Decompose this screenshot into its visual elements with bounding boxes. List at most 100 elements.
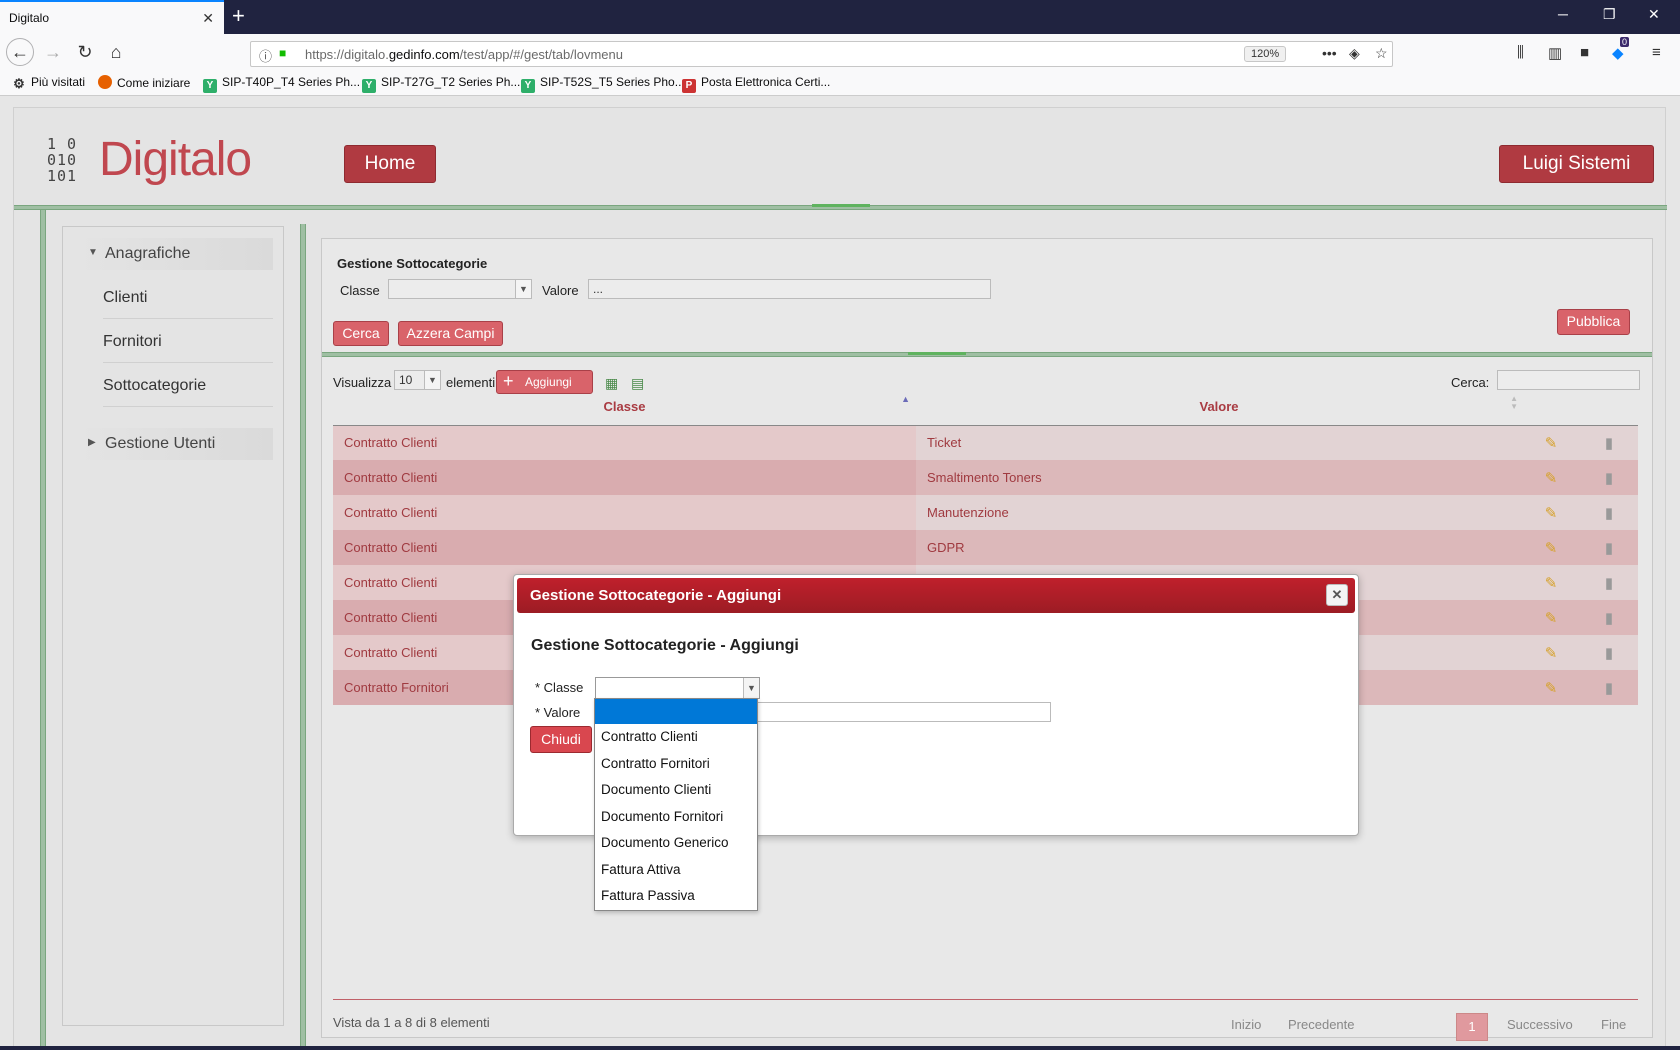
- column-header-classe[interactable]: Classe ▲: [333, 389, 916, 426]
- bookmark-piu-visitati[interactable]: ⚙ Più visitati: [12, 75, 85, 91]
- sidebar-group-gestione-utenti[interactable]: ▶ Gestione Utenti: [75, 428, 273, 460]
- cerca-button[interactable]: Cerca: [333, 321, 389, 346]
- table-row[interactable]: Contratto Clienti Smaltimento Toners ✎ ▮: [333, 460, 1638, 495]
- sidebar-splitter[interactable]: [300, 224, 306, 1050]
- edit-pencil-icon[interactable]: ✎: [1545, 505, 1558, 522]
- dropdown-option[interactable]: Documento Clienti: [595, 777, 757, 804]
- edit-pencil-icon[interactable]: ✎: [1545, 680, 1558, 697]
- delete-trash-icon[interactable]: ▮: [1605, 575, 1613, 592]
- table-row[interactable]: Contratto Clienti Ticket ✎ ▮: [333, 425, 1638, 460]
- bookmark-come-iniziare[interactable]: Come iniziare: [98, 75, 190, 90]
- bookmark-posta-certificata[interactable]: P Posta Elettronica Certi...: [682, 75, 830, 93]
- pager-next[interactable]: Successivo: [1507, 1017, 1573, 1032]
- dropdown-option[interactable]: Fattura Attiva: [595, 857, 757, 884]
- dropdown-option[interactable]: Contratto Clienti: [595, 724, 757, 751]
- dropdown-option[interactable]: Documento Fornitori: [595, 804, 757, 831]
- elementi-label: elementi: [446, 375, 496, 390]
- window-close-icon[interactable]: ✕: [1648, 6, 1660, 23]
- delete-trash-icon[interactable]: ▮: [1605, 610, 1613, 627]
- chevron-down-icon: ▼: [515, 280, 531, 298]
- url-text[interactable]: https://digitalo.gedinfo.com/test/app/#/…: [305, 47, 623, 62]
- new-tab-button[interactable]: +: [232, 4, 245, 28]
- info-icon[interactable]: ⓘ: [259, 46, 272, 65]
- reload-icon[interactable]: ↻: [72, 39, 98, 65]
- sidebar-item-fornitori[interactable]: Fornitori: [103, 323, 273, 363]
- delete-trash-icon[interactable]: ▮: [1605, 470, 1613, 487]
- dropdown-option[interactable]: [595, 699, 757, 724]
- delete-trash-icon[interactable]: ▮: [1605, 645, 1613, 662]
- restore-icon[interactable]: ❐: [1603, 6, 1616, 23]
- dialog-valore-input[interactable]: [744, 702, 1051, 722]
- table-row[interactable]: Contratto Clienti GDPR ✎ ▮: [333, 530, 1638, 565]
- zoom-level[interactable]: 120%: [1244, 46, 1287, 62]
- pager-prev[interactable]: Precedente: [1288, 1017, 1355, 1032]
- library-icon[interactable]: ⫼: [1517, 44, 1524, 61]
- yealink-icon: Y: [203, 79, 217, 93]
- forward-icon[interactable]: →: [40, 39, 66, 65]
- edit-pencil-icon[interactable]: ✎: [1545, 645, 1558, 662]
- pager-last[interactable]: Fine: [1601, 1017, 1626, 1032]
- sidebar-toggle-icon[interactable]: ▥: [1548, 44, 1562, 62]
- cell-classe: Contratto Clienti: [333, 530, 916, 565]
- bookmarks-bar: ⚙ Più visitati Come iniziare Y SIP-T40P_T4…: [0, 70, 1680, 96]
- filter-classe-select[interactable]: ▼: [388, 279, 532, 299]
- app-logo[interactable]: 1 0 010 101 Digitalo: [47, 128, 252, 194]
- pocket-icon[interactable]: ◈: [1349, 45, 1360, 62]
- home-icon[interactable]: ⌂: [103, 39, 129, 65]
- delete-trash-icon[interactable]: ▮: [1605, 435, 1613, 452]
- delete-trash-icon[interactable]: ▮: [1605, 540, 1613, 557]
- filter-valore-label: Valore: [542, 283, 579, 298]
- sidebar-group-anagrafiche[interactable]: ▼ Anagrafiche: [75, 238, 273, 270]
- close-icon[interactable]: ✕: [1326, 584, 1348, 606]
- bookmark-sip-t40p[interactable]: Y SIP-T40P_T4 Series Ph...: [203, 75, 360, 93]
- page-size-select[interactable]: 10 ▼: [394, 370, 441, 390]
- chiudi-button[interactable]: Chiudi: [530, 726, 592, 753]
- table-search-input[interactable]: [1497, 370, 1640, 390]
- dropdown-option[interactable]: Fattura Passiva: [595, 883, 757, 910]
- menu-icon[interactable]: ≡: [1652, 44, 1661, 61]
- delete-trash-icon[interactable]: ▮: [1605, 680, 1613, 697]
- pager-current[interactable]: 1: [1456, 1013, 1488, 1041]
- browser-tab[interactable]: Digitalo ✕: [0, 0, 224, 34]
- sidebar-item-clienti[interactable]: Clienti: [103, 279, 273, 319]
- user-menu-button[interactable]: Luigi Sistemi: [1499, 145, 1654, 183]
- delete-trash-icon[interactable]: ▮: [1605, 505, 1613, 522]
- edit-pencil-icon[interactable]: ✎: [1545, 575, 1558, 592]
- column-header-valore[interactable]: Valore ▲ ▼: [916, 389, 1522, 426]
- home-button[interactable]: Home: [344, 145, 436, 183]
- edit-pencil-icon[interactable]: ✎: [1545, 470, 1558, 487]
- bookmark-sip-t52s[interactable]: Y SIP-T52S_T5 Series Pho...: [521, 75, 685, 93]
- pager-first[interactable]: Inizio: [1231, 1017, 1261, 1032]
- edit-pencil-icon[interactable]: ✎: [1545, 540, 1558, 557]
- dialog-classe-select[interactable]: ▼: [595, 677, 760, 699]
- dropdown-option[interactable]: Contratto Fornitori: [595, 751, 757, 778]
- sort-both-icon: ▲ ▼: [1510, 394, 1518, 411]
- edit-pencil-icon[interactable]: ✎: [1545, 610, 1558, 627]
- address-bar[interactable]: ⓘ ■ https://digitalo.gedinfo.com/test/ap…: [250, 41, 1393, 67]
- page-actions-icon[interactable]: •••: [1322, 45, 1337, 61]
- cell-valore: Ticket: [916, 425, 1522, 460]
- visualizza-label: Visualizza: [333, 375, 392, 390]
- tab-close-icon[interactable]: ✕: [202, 10, 214, 27]
- minimize-icon[interactable]: ─: [1558, 6, 1568, 22]
- dialog-titlebar[interactable]: Gestione Sottocategorie - Aggiungi ✕: [517, 578, 1355, 613]
- cell-valore: Manutenzione: [916, 495, 1522, 530]
- header-resize-handle[interactable]: [812, 204, 870, 207]
- panel-resize-handle[interactable]: [908, 352, 966, 355]
- panel-divider: [322, 352, 1652, 357]
- extension-icon[interactable]: ■: [1580, 44, 1589, 61]
- table-row[interactable]: Contratto Clienti Manutenzione ✎ ▮: [333, 495, 1638, 530]
- bookmark-star-icon[interactable]: ☆: [1375, 45, 1388, 62]
- cell-classe: Contratto Clienti: [333, 460, 916, 495]
- dropdown-option[interactable]: Documento Generico: [595, 830, 757, 857]
- edit-pencil-icon[interactable]: ✎: [1545, 435, 1558, 452]
- filter-valore-input[interactable]: ...: [588, 279, 991, 299]
- notification-icon[interactable]: ◆ 0: [1612, 37, 1630, 62]
- pubblica-button[interactable]: Pubblica: [1557, 309, 1630, 335]
- back-icon[interactable]: ←: [6, 38, 34, 66]
- firefox-icon: [98, 75, 112, 89]
- browser-tab-bar: Digitalo ✕ + ─ ❐ ✕: [0, 0, 1680, 34]
- bookmark-sip-t27g[interactable]: Y SIP-T27G_T2 Series Ph...: [362, 75, 520, 93]
- sidebar-item-sottocategorie[interactable]: Sottocategorie: [103, 367, 273, 407]
- azzera-campi-button[interactable]: Azzera Campi: [398, 321, 503, 346]
